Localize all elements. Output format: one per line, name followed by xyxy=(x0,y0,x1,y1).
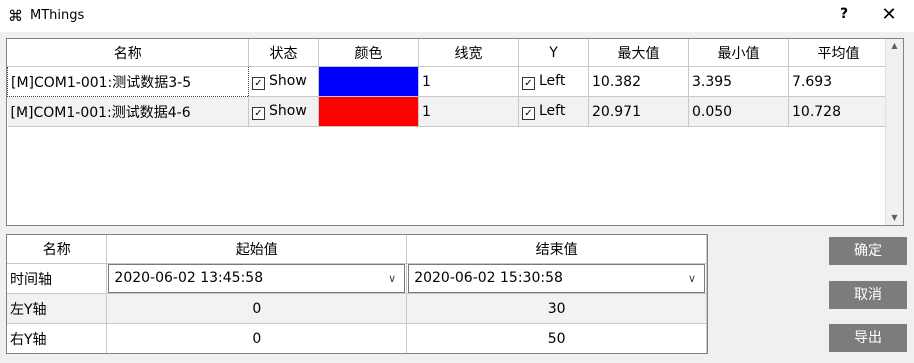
color-swatch[interactable] xyxy=(319,97,418,126)
series-max-cell: 20.971 xyxy=(588,96,689,127)
checkbox-checked-icon[interactable]: ✓ xyxy=(252,77,265,90)
series-y-cell[interactable]: ✓ Left xyxy=(518,66,589,97)
series-avg-cell: 7.693 xyxy=(788,66,889,97)
vertical-scrollbar[interactable]: ▲ ▼ xyxy=(885,39,903,225)
series-state-label: Show xyxy=(269,73,307,89)
time-start-value: 2020-06-02 13:45:58 xyxy=(114,270,264,286)
col-header-y[interactable]: Y xyxy=(518,39,589,67)
checkbox-checked-icon[interactable]: ✓ xyxy=(252,107,265,120)
checkbox-checked-icon[interactable]: ✓ xyxy=(522,77,535,90)
series-color-cell[interactable] xyxy=(318,96,419,127)
axis-range-table: 名称 起始值 结束值 时间轴 2020-06-02 13:45:58 ∨ 2020… xyxy=(7,235,707,353)
left-y-end-cell[interactable]: 30 xyxy=(406,293,707,324)
series-linewidth-cell[interactable]: 1 xyxy=(418,96,519,127)
time-start-cell[interactable]: 2020-06-02 13:45:58 ∨ xyxy=(106,263,408,294)
series-row[interactable]: [M]COM1-001:测试数据3-5 ✓ Show 1 ✓ Left 10.382… xyxy=(7,66,889,97)
right-y-axis-row: 右Y轴 0 50 xyxy=(7,323,707,353)
help-button[interactable]: ? xyxy=(834,6,854,22)
series-state-cell[interactable]: ✓ Show xyxy=(248,96,319,127)
series-min-cell: 3.395 xyxy=(688,66,789,97)
scroll-up-icon[interactable]: ▲ xyxy=(886,39,903,53)
range-col-header-start: 起始值 xyxy=(106,235,408,264)
export-button[interactable]: 导出 xyxy=(829,324,907,352)
col-header-state[interactable]: 状态 xyxy=(248,39,319,67)
series-header-row: 名称 状态 颜色 线宽 Y 最大值 最小值 平均值 xyxy=(7,39,889,67)
ok-button[interactable]: 确定 xyxy=(829,237,907,265)
col-header-color[interactable]: 颜色 xyxy=(318,39,419,67)
series-state-cell[interactable]: ✓ Show xyxy=(248,66,319,97)
col-header-min[interactable]: 最小值 xyxy=(688,39,789,67)
series-name-cell[interactable]: [M]COM1-001:测试数据3-5 xyxy=(7,66,249,97)
left-y-axis-row: 左Y轴 0 30 xyxy=(7,293,707,324)
series-row[interactable]: [M]COM1-001:测试数据4-6 ✓ Show 1 ✓ Left 20.971… xyxy=(7,96,889,127)
series-y-label: Left xyxy=(539,103,566,119)
command-icon: ⌘ xyxy=(8,7,23,25)
series-name-cell[interactable]: [M]COM1-001:测试数据4-6 xyxy=(7,96,249,127)
close-button[interactable]: ✕ xyxy=(876,4,902,25)
series-max-cell: 10.382 xyxy=(588,66,689,97)
time-end-cell[interactable]: 2020-06-02 15:30:58 ∨ xyxy=(406,263,707,294)
range-row-label: 右Y轴 xyxy=(7,323,108,353)
series-y-cell[interactable]: ✓ Left xyxy=(518,96,589,127)
right-y-start-cell[interactable]: 0 xyxy=(106,323,408,353)
checkbox-checked-icon[interactable]: ✓ xyxy=(522,107,535,120)
right-y-end-cell[interactable]: 50 xyxy=(406,323,707,353)
chevron-down-icon[interactable]: ∨ xyxy=(688,265,696,292)
color-swatch[interactable] xyxy=(319,67,418,96)
series-color-cell[interactable] xyxy=(318,66,419,97)
series-linewidth-cell[interactable]: 1 xyxy=(418,66,519,97)
axis-range-panel: 名称 起始值 结束值 时间轴 2020-06-02 13:45:58 ∨ 2020… xyxy=(6,234,708,354)
window-title: MThings xyxy=(30,8,85,23)
range-row-label: 左Y轴 xyxy=(7,293,108,324)
time-end-picker[interactable]: 2020-06-02 15:30:58 ∨ xyxy=(408,264,705,293)
range-col-header-name: 名称 xyxy=(7,235,108,264)
series-table-panel: 名称 状态 颜色 线宽 Y 最大值 最小值 平均值 [M]COM1-001:测试… xyxy=(6,38,904,226)
left-y-start-cell[interactable]: 0 xyxy=(106,293,408,324)
title-bar: ⌘ MThings ? ✕ xyxy=(0,0,914,32)
col-header-linewidth[interactable]: 线宽 xyxy=(418,39,519,67)
time-end-value: 2020-06-02 15:30:58 xyxy=(414,270,563,286)
series-avg-cell: 10.728 xyxy=(788,96,889,127)
time-axis-row: 时间轴 2020-06-02 13:45:58 ∨ 2020-06-02 15:3… xyxy=(7,263,707,294)
col-header-avg[interactable]: 平均值 xyxy=(788,39,889,67)
col-header-max[interactable]: 最大值 xyxy=(588,39,689,67)
series-min-cell: 0.050 xyxy=(688,96,789,127)
range-header-row: 名称 起始值 结束值 xyxy=(7,235,707,264)
cancel-button[interactable]: 取消 xyxy=(829,281,907,309)
series-state-label: Show xyxy=(269,103,307,119)
series-table: 名称 状态 颜色 线宽 Y 最大值 最小值 平均值 [M]COM1-001:测试… xyxy=(7,39,889,127)
col-header-name[interactable]: 名称 xyxy=(7,39,249,67)
time-start-picker[interactable]: 2020-06-02 13:45:58 ∨ xyxy=(108,264,406,293)
range-col-header-end: 结束值 xyxy=(406,235,707,264)
scroll-down-icon[interactable]: ▼ xyxy=(886,211,903,225)
series-y-label: Left xyxy=(539,73,566,89)
chevron-down-icon[interactable]: ∨ xyxy=(388,265,396,292)
range-row-label: 时间轴 xyxy=(7,263,108,294)
